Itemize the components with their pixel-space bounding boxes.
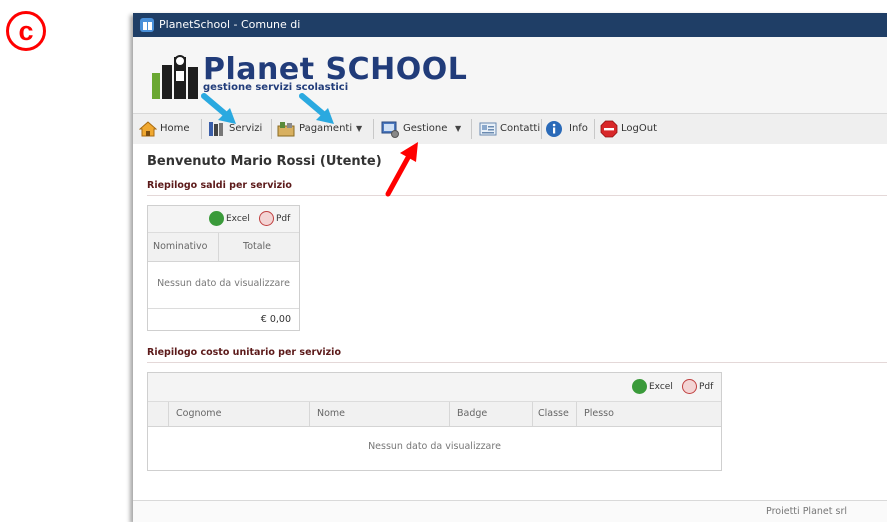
toolbar-logout[interactable]: LogOut xyxy=(600,114,664,144)
planet-school-logo-icon xyxy=(152,55,198,99)
costo-grid: Excel Pdf Cognome Nome Badge Classe Ples… xyxy=(147,372,722,471)
annotation-arrow-blue-icon xyxy=(201,93,236,124)
saldi-total-value: € 0,00 xyxy=(260,314,291,325)
saldi-grid-header: Nominativo Totale xyxy=(148,233,299,262)
annotation-letter-c: c xyxy=(6,11,46,51)
column-header-cognome[interactable]: Cognome xyxy=(176,402,221,426)
saldi-empty-message: Nessun dato da visualizzare xyxy=(157,278,290,289)
management-icon xyxy=(381,121,399,138)
costo-grid-header: Cognome Nome Badge Classe Plesso xyxy=(148,402,721,427)
page-footer: Proietti Planet srl xyxy=(133,500,887,522)
toolbar-separator xyxy=(271,119,272,139)
main-content: Benvenuto Mario Rossi (Utente) Riepilogo… xyxy=(133,144,887,522)
annotation-arrow-blue-icon xyxy=(299,93,334,124)
column-header-nome[interactable]: Nome xyxy=(317,402,345,426)
column-header-plesso[interactable]: Plesso xyxy=(584,402,614,426)
toolbar-separator xyxy=(471,119,472,139)
costo-excel-button[interactable]: Excel xyxy=(632,379,676,395)
payments-icon xyxy=(277,122,295,137)
saldi-grid: Excel Pdf Nominativo Totale Nessun dato … xyxy=(147,205,300,331)
section-divider xyxy=(147,362,887,363)
chevron-down-icon: ▼ xyxy=(455,124,462,133)
saldi-grid-toolbar: Excel Pdf xyxy=(148,206,299,233)
saldi-excel-label: Excel xyxy=(226,214,250,224)
main-toolbar: Home Servizi Pagamenti ▼ Gestione ▼ Cont… xyxy=(133,113,887,145)
chevron-down-icon: ▼ xyxy=(356,124,363,133)
column-divider xyxy=(449,402,450,426)
toolbar-home-label: Home xyxy=(160,123,190,134)
toolbar-contatti[interactable]: Contatti xyxy=(477,114,541,144)
pdf-icon xyxy=(259,211,274,226)
column-divider xyxy=(218,233,219,261)
contacts-icon xyxy=(479,122,497,136)
section-saldi-title: Riepilogo saldi per servizio xyxy=(147,180,292,191)
stop-icon xyxy=(600,120,618,138)
welcome-heading: Benvenuto Mario Rossi (Utente) xyxy=(147,154,382,169)
toolbar-info[interactable]: Info xyxy=(545,114,593,144)
toolbar-home[interactable]: Home xyxy=(137,114,199,144)
toolbar-info-label: Info xyxy=(569,123,588,134)
column-header-classe[interactable]: Classe xyxy=(538,402,569,426)
title-bar: PlanetSchool - Comune di xyxy=(133,13,887,37)
saldi-pdf-label: Pdf xyxy=(276,214,291,224)
section-costo-title: Riepilogo costo unitario per servizio xyxy=(147,347,341,358)
excel-icon xyxy=(209,211,224,226)
column-header-nominativo[interactable]: Nominativo xyxy=(153,233,207,261)
costo-excel-label: Excel xyxy=(649,382,673,392)
toolbar-separator xyxy=(594,119,595,139)
costo-grid-toolbar: Excel Pdf xyxy=(148,373,721,402)
annotation-arrow-red-icon xyxy=(385,142,418,197)
toolbar-contatti-label: Contatti xyxy=(500,123,541,134)
pdf-icon xyxy=(682,379,697,394)
saldi-excel-button[interactable]: Excel xyxy=(209,211,253,227)
toolbar-separator xyxy=(373,119,374,139)
app-header: Planet SCHOOL gestione servizi scolastic… xyxy=(133,37,887,125)
column-divider xyxy=(532,402,533,426)
saldi-pdf-button[interactable]: Pdf xyxy=(259,211,295,227)
home-icon xyxy=(139,121,157,137)
column-divider xyxy=(309,402,310,426)
excel-icon xyxy=(632,379,647,394)
column-divider xyxy=(576,402,577,426)
info-icon xyxy=(546,121,562,137)
column-divider xyxy=(168,402,169,426)
browser-window: PlanetSchool - Comune di Planet SCHOOL g… xyxy=(133,13,887,522)
column-header-badge[interactable]: Badge xyxy=(457,402,487,426)
costo-pdf-label: Pdf xyxy=(699,382,714,392)
column-header-totale[interactable]: Totale xyxy=(243,233,271,261)
costo-pdf-button[interactable]: Pdf xyxy=(682,379,718,395)
app-icon xyxy=(140,18,154,32)
toolbar-separator xyxy=(541,119,542,139)
window-title: PlanetSchool - Comune di xyxy=(159,18,301,31)
footer-text: Proietti Planet srl xyxy=(766,506,847,517)
toolbar-logout-label: LogOut xyxy=(621,123,657,134)
section-divider xyxy=(147,195,887,196)
costo-empty-message: Nessun dato da visualizzare xyxy=(368,441,501,452)
saldi-total-row: € 0,00 xyxy=(148,308,299,331)
